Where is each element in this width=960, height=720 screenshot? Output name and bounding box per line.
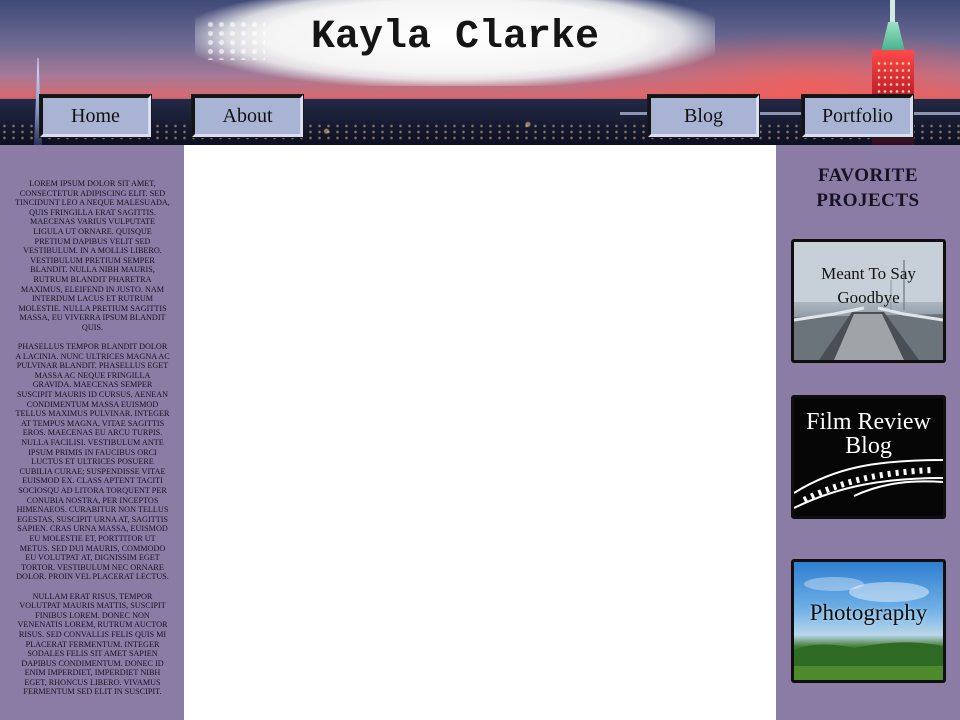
project-title: Meant To Say Goodbye: [821, 264, 916, 307]
sidebar-paragraph-3: Nullam erat risus, tempor volutpat mauri…: [17, 591, 168, 697]
nav-blog-button[interactable]: Blog: [648, 95, 759, 137]
project-card-photography[interactable]: Photography: [791, 559, 946, 683]
favorite-projects-heading: FAVORITE PROJECTS: [816, 165, 920, 211]
right-sidebar: FAVORITE PROJECTS Meant To Say Goodbye F…: [776, 145, 960, 720]
main-content-area: [184, 145, 776, 720]
nav-about-button[interactable]: About: [192, 95, 303, 137]
nav-portfolio-button[interactable]: Portfolio: [802, 95, 913, 137]
site-header: Kayla Clarke Home About Blog Portfolio: [0, 0, 960, 145]
sidebar-paragraph-2: Phasellus tempor blandit dolor a lacinia…: [15, 342, 170, 582]
project-title: Photography: [809, 600, 928, 625]
sidebar-paragraph-1: Lorem ipsum dolor sit amet, consectetur …: [15, 179, 170, 332]
site-title: Kayla Clarke: [310, 15, 600, 60]
project-card-film-review-blog[interactable]: Film Review Blog: [791, 395, 946, 519]
project-card-meant-to-say-goodbye[interactable]: Meant To Say Goodbye: [791, 239, 946, 363]
left-sidebar: Lorem ipsum dolor sit amet, consectetur …: [0, 145, 184, 720]
nav-home-button[interactable]: Home: [40, 95, 151, 137]
project-title: Film Review Blog: [806, 409, 931, 459]
